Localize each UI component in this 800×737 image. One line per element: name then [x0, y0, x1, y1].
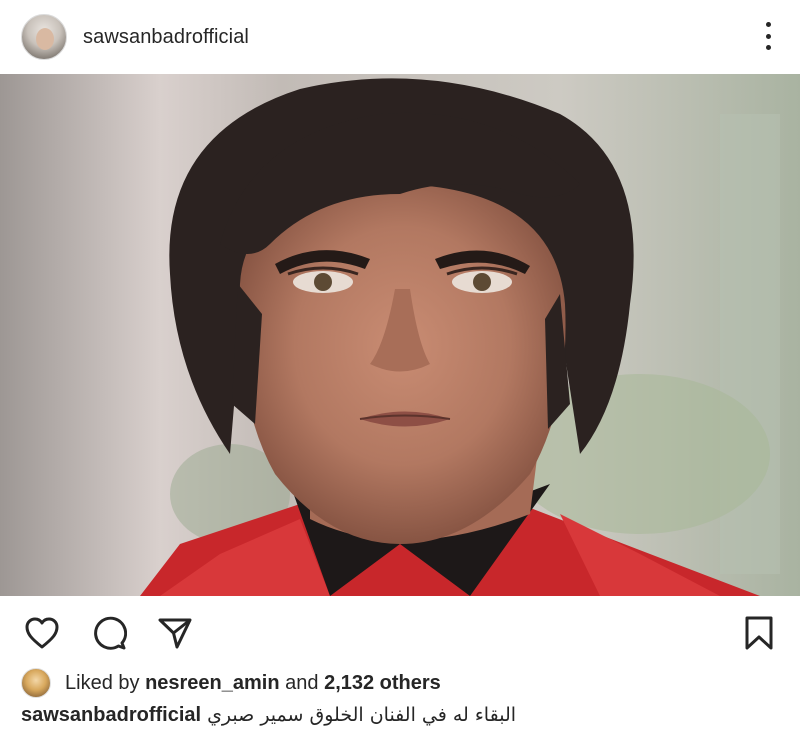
likes-others-count[interactable]: 2,132 others: [324, 672, 441, 695]
more-vertical-icon[interactable]: [758, 22, 778, 50]
post-username[interactable]: sawsanbadrofficial: [83, 26, 249, 49]
post-caption: sawsanbadrofficial البقاء له في الفنان ال…: [21, 704, 516, 727]
liker-avatar[interactable]: [21, 668, 51, 698]
action-bar: [0, 598, 800, 662]
heart-icon[interactable]: [23, 614, 61, 652]
likes-connector: and: [285, 671, 319, 694]
profile-avatar[interactable]: [21, 14, 67, 60]
post-header: sawsanbadrofficial: [0, 0, 800, 74]
caption-text: البقاء له في الفنان الخلوق سمير صبري: [207, 704, 517, 726]
post-photo[interactable]: [0, 74, 800, 596]
caption-username[interactable]: sawsanbadrofficial: [21, 704, 201, 726]
liker-username[interactable]: nesreen_amin: [145, 672, 280, 695]
likes-prefix: Liked by: [65, 671, 140, 694]
send-icon[interactable]: [156, 614, 194, 652]
bookmark-icon[interactable]: [740, 614, 778, 652]
comment-icon[interactable]: [90, 614, 128, 652]
likes-summary: Liked by nesreen_amin and 2,132 others: [21, 667, 441, 699]
